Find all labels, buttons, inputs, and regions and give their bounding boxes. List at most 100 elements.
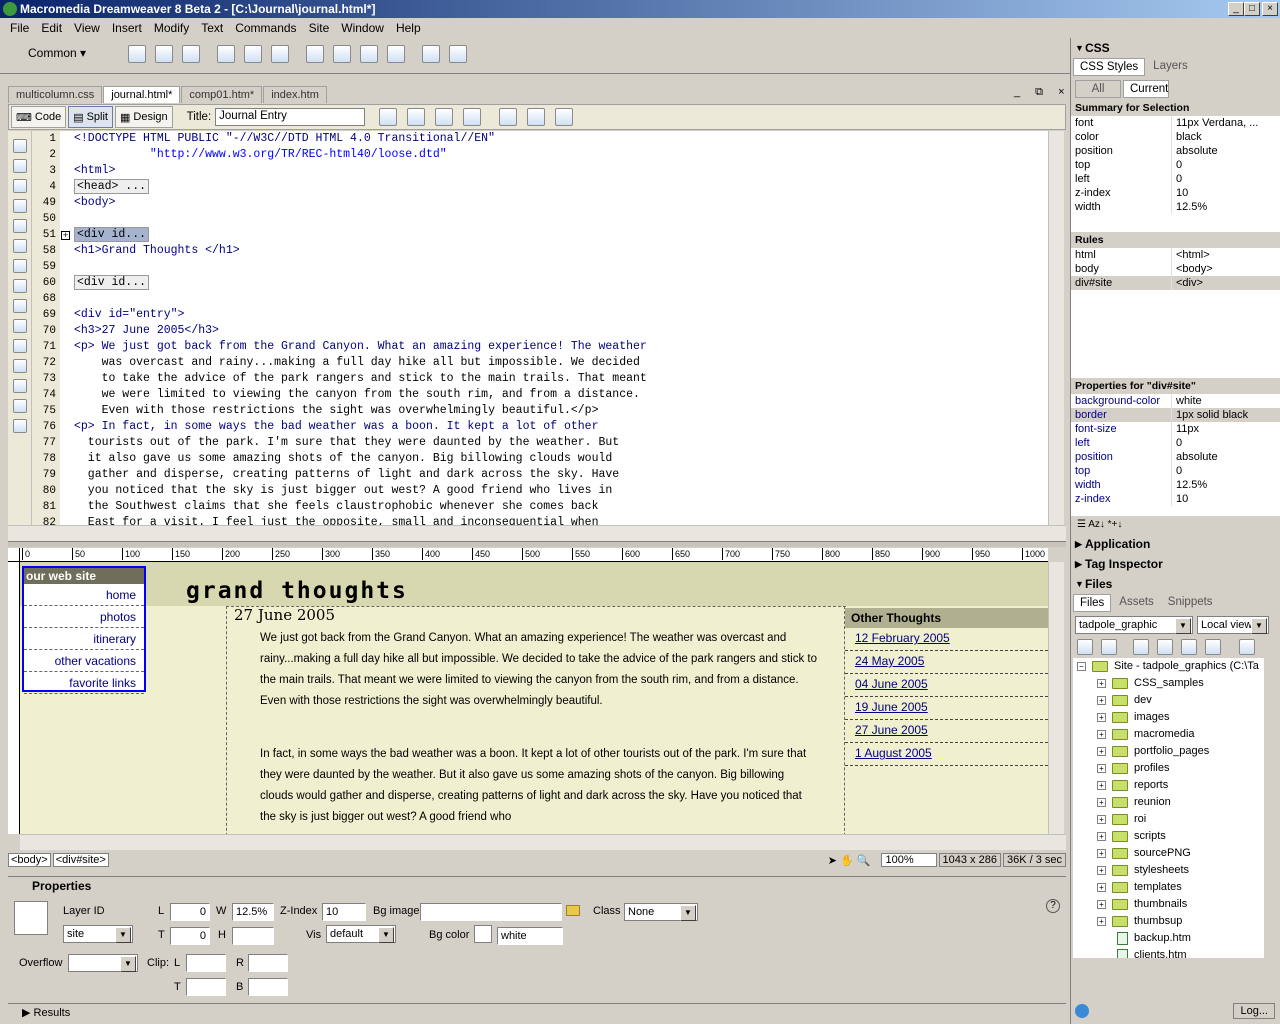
folder-item[interactable]: + thumbnails [1073,896,1264,913]
expand-icon[interactable]: + [1097,866,1106,875]
css-property-row[interactable]: width 12.5% [1071,478,1280,492]
get-files-icon[interactable] [1133,639,1149,655]
zoom-dropdown[interactable]: 100% [880,853,937,867]
expand-icon[interactable]: + [1097,696,1106,705]
expand-icon[interactable]: + [1097,900,1106,909]
bg-image-field[interactable] [420,903,562,921]
collapse-selection-icon[interactable] [12,179,27,193]
file-item[interactable]: clients.htm [1073,947,1264,958]
folder-item[interactable]: + roi [1073,811,1264,828]
expand-icon[interactable]: + [1097,917,1106,926]
apply-comment-icon[interactable] [12,299,27,313]
expand-all-icon[interactable] [12,199,27,213]
recent-snippets-icon[interactable] [12,359,27,373]
tag-body[interactable]: <body> [8,853,51,867]
width-field[interactable]: 12.5% [232,903,274,921]
doc-window-controls[interactable]: _ ⧉ × [1014,86,1071,99]
folder-item[interactable]: + reunion [1073,794,1264,811]
indent-code-icon[interactable] [12,379,27,393]
open-documents-icon[interactable] [12,139,27,153]
other-thought-link[interactable]: 04 June 2005 [845,674,1048,697]
layer-id-select[interactable]: site [63,925,133,943]
collapse-icon[interactable]: − [1077,662,1086,671]
expand-icon[interactable]: + [1097,815,1106,824]
remove-comment-icon[interactable] [12,319,27,333]
files-panel-header[interactable]: Files [1071,576,1280,592]
view-options-icon[interactable] [527,108,546,126]
design-view[interactable]: our web site home photos itinerary other va… [20,562,1048,834]
expand-icon[interactable]: + [1097,679,1106,688]
file-item[interactable]: backup.htm [1073,930,1264,947]
view-select[interactable]: Local view [1197,616,1269,634]
bg-color-swatch[interactable] [474,925,492,943]
folder-item[interactable]: + scripts [1073,828,1264,845]
expand-icon[interactable]: + [1097,832,1106,841]
server-side-include-icon[interactable] [360,45,378,63]
menu-file[interactable]: File [4,21,35,35]
check-in-icon[interactable] [1205,639,1221,655]
visibility-select[interactable]: default [326,925,396,943]
tag-div-site[interactable]: <div#site> [52,853,109,867]
folder-item[interactable]: + profiles [1073,760,1264,777]
menu-window[interactable]: Window [335,21,390,35]
rule-row[interactable]: div#site <div> [1071,276,1280,290]
code-vertical-scrollbar[interactable] [1048,131,1064,525]
css-mode-current[interactable]: Current [1123,80,1169,98]
class-select[interactable]: None [624,903,698,921]
css-mode-all[interactable]: All [1075,80,1121,98]
clip-top-field[interactable] [186,978,226,996]
layer-icon[interactable] [244,45,262,63]
media-icon[interactable] [306,45,324,63]
height-field[interactable] [232,927,274,945]
minimize-button[interactable]: _ [1228,2,1244,16]
folder-item[interactable]: + reports [1073,777,1264,794]
close-button[interactable]: × [1262,2,1278,16]
balance-braces-icon[interactable] [12,239,27,253]
design-horizontal-scrollbar[interactable] [20,834,1066,850]
code-horizontal-scrollbar[interactable] [8,525,1066,541]
clip-bottom-field[interactable] [248,978,288,996]
wrap-tag-icon[interactable] [12,339,27,353]
menu-text[interactable]: Text [195,21,229,35]
nav-link[interactable]: favorite links [24,672,144,694]
css-tab[interactable]: Layers [1147,58,1194,76]
help-icon[interactable]: ? [1046,899,1060,913]
file-management-icon[interactable] [435,108,454,126]
menu-edit[interactable]: Edit [35,21,68,35]
css-property-row[interactable]: border 1px solid black [1071,408,1280,422]
tag-chooser-icon[interactable] [449,45,467,63]
folder-item[interactable]: + macromedia [1073,726,1264,743]
files-tab[interactable]: Snippets [1162,594,1219,612]
doc-tab[interactable]: journal.html* [103,86,181,103]
rule-row[interactable]: html <html> [1071,248,1280,262]
other-thought-link[interactable]: 19 June 2005 [845,697,1048,720]
files-tab[interactable]: Files [1073,594,1112,612]
other-thought-link[interactable]: 24 May 2005 [845,651,1048,674]
insert-category-dropdown[interactable]: Common ▾ [28,46,86,60]
rule-row[interactable]: body <body> [1071,262,1280,276]
clip-right-field[interactable] [248,954,288,972]
doc-tab[interactable]: comp01.htm* [181,86,263,103]
bg-color-field[interactable]: white [497,927,563,945]
summary-row[interactable]: top 0 [1071,158,1280,172]
summary-row[interactable]: left 0 [1071,172,1280,186]
browser-check-icon[interactable] [379,108,398,126]
properties-header[interactable]: Properties [8,877,1066,895]
zindex-field[interactable]: 10 [322,903,366,921]
css-property-row[interactable]: background-color white [1071,394,1280,408]
left-field[interactable]: 0 [170,903,210,921]
design-vertical-scrollbar[interactable] [1048,562,1064,834]
summary-row[interactable]: color black [1071,130,1280,144]
menu-site[interactable]: Site [303,21,336,35]
site-nav-layer[interactable]: our web site home photos itinerary other va… [22,566,146,694]
highlight-invalid-code-icon[interactable] [12,279,27,293]
folder-icon[interactable] [566,905,580,916]
css-panel-header[interactable]: CSS [1071,40,1280,56]
css-tab[interactable]: CSS Styles [1073,58,1146,76]
folder-item[interactable]: + CSS_samples [1073,675,1264,692]
check-out-icon[interactable] [1181,639,1197,655]
clip-left-field[interactable] [186,954,226,972]
format-source-icon[interactable] [12,419,27,433]
menu-insert[interactable]: Insert [106,21,148,35]
folder-item[interactable]: + templates [1073,879,1264,896]
